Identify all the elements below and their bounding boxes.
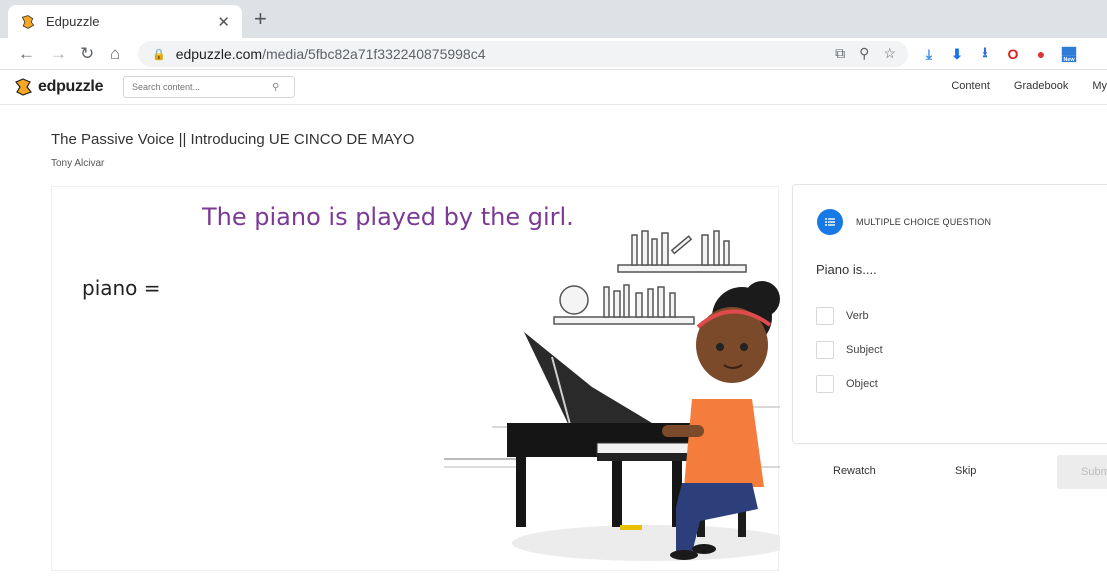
edpuzzle-logo[interactable]: edpuzzle [14, 77, 103, 97]
bookmark-star-icon[interactable]: ☆ [883, 45, 896, 62]
url-path: /media/5fbc82a71f332240875998c4 [262, 46, 486, 62]
option-label: Object [846, 378, 878, 390]
download-arrow-icon[interactable]: ⬇ [948, 45, 966, 63]
edpuzzle-favicon-icon [21, 14, 35, 29]
edpuzzle-logo-icon [15, 78, 32, 96]
question-actions: Rewatch Skip Subm [792, 455, 1107, 489]
home-icon[interactable]: ⌂ [110, 44, 120, 64]
option-checkbox[interactable] [816, 341, 834, 359]
lock-icon: 🔒 [152, 48, 166, 61]
new-extension-icon[interactable]: New [1060, 45, 1078, 63]
option-verb[interactable]: Verb [816, 307, 869, 325]
author-name[interactable]: Tony Alcivar [51, 158, 104, 169]
download-icon[interactable]: ⤓ [920, 45, 938, 63]
video-equation: piano = [82, 276, 161, 300]
close-tab-icon[interactable]: ✕ [217, 13, 230, 31]
video-frame-illustration: The piano is played by the girl. piano = [82, 203, 792, 561]
translate-icon[interactable]: ⧉ [835, 45, 845, 62]
question-badge [817, 209, 843, 235]
reload-icon[interactable]: ↻ [80, 44, 94, 64]
url-text: edpuzzle.com/media/5fbc82a71f33224087599… [176, 46, 486, 62]
search-box[interactable]: ⚲ [123, 76, 295, 98]
forward-icon[interactable]: → [50, 44, 67, 64]
question-panel: MULTIPLE CHOICE QUESTION Piano is.... Ve… [792, 184, 1107, 444]
back-icon[interactable]: ← [18, 44, 35, 64]
option-subject[interactable]: Subject [816, 341, 883, 359]
list-icon [825, 218, 835, 226]
opera-icon[interactable]: O [1004, 45, 1022, 63]
option-checkbox[interactable] [816, 307, 834, 325]
nav-gradebook[interactable]: Gradebook [1014, 80, 1068, 92]
new-badge-label: New [1063, 57, 1075, 63]
video-player[interactable]: The piano is played by the girl. piano = [51, 186, 792, 571]
video-title: The Passive Voice || Introducing UE CINC… [51, 131, 415, 148]
submit-button[interactable]: Subm [1057, 455, 1107, 489]
bookshelf-lower [553, 284, 695, 325]
bookshelf-top [617, 230, 747, 273]
option-label: Subject [846, 344, 883, 356]
nav-my[interactable]: My [1092, 80, 1107, 92]
url-host: edpuzzle.com [175, 46, 263, 62]
option-checkbox[interactable] [816, 375, 834, 393]
option-object[interactable]: Object [816, 375, 878, 393]
zoom-icon[interactable]: ⚲ [859, 45, 869, 62]
tab-title: Edpuzzle [46, 14, 100, 29]
skip-button[interactable]: Skip [955, 465, 976, 477]
browser-toolbar: ← → ↻ ⌂ 🔒 edpuzzle.com/media/5fbc82a71f3… [0, 38, 1107, 70]
nav-content[interactable]: Content [951, 80, 990, 92]
question-text: Piano is.... [816, 262, 877, 277]
download-bar-icon[interactable]: ⭳ [976, 44, 994, 63]
extension-icon[interactable]: ● [1032, 45, 1050, 63]
address-bar[interactable]: 🔒 edpuzzle.com/media/5fbc82a71f332240875… [138, 41, 908, 67]
browser-tabbar: Edpuzzle ✕ + [0, 0, 1107, 38]
option-label: Verb [846, 310, 869, 322]
top-nav: Content Gradebook My [927, 80, 1107, 92]
video-caption: The piano is played by the girl. [201, 203, 574, 231]
rewatch-button[interactable]: Rewatch [833, 465, 876, 477]
new-tab-button[interactable]: + [254, 8, 267, 30]
search-input[interactable] [132, 82, 272, 92]
browser-tab[interactable]: Edpuzzle ✕ [8, 5, 242, 38]
edpuzzle-header: edpuzzle ⚲ Content Gradebook My [0, 70, 1107, 105]
search-icon[interactable]: ⚲ [272, 82, 279, 93]
logo-text: edpuzzle [38, 78, 104, 95]
question-type: MULTIPLE CHOICE QUESTION [856, 217, 992, 227]
